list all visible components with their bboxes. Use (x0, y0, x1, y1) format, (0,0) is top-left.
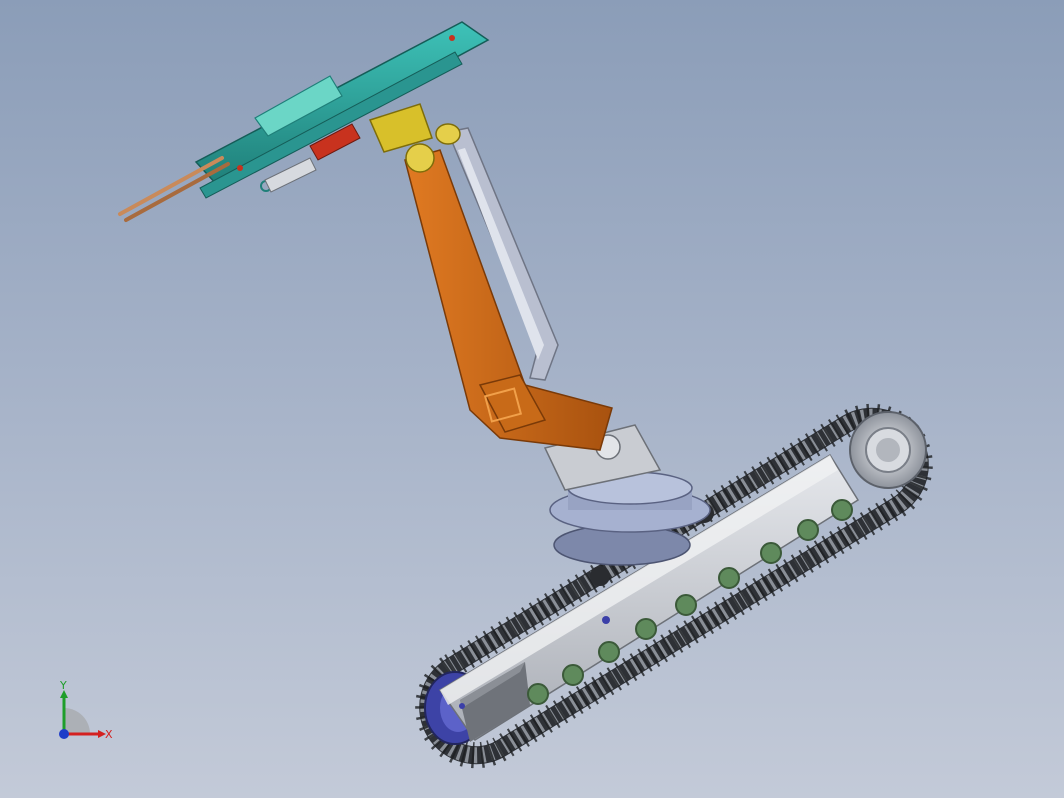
rotary-joint[interactable] (368, 103, 461, 173)
cad-model-view[interactable] (0, 0, 1064, 798)
coordinate-triad: Y X (59, 679, 113, 741)
x-axis-label: X (105, 728, 113, 741)
z-axis-dot (59, 729, 69, 739)
drive-sprocket[interactable] (849, 411, 927, 489)
y-axis-label: Y (59, 679, 67, 692)
triad-plane (64, 708, 90, 734)
lower-arm[interactable] (404, 149, 613, 451)
graphics-viewport[interactable]: Y X (0, 0, 1064, 798)
